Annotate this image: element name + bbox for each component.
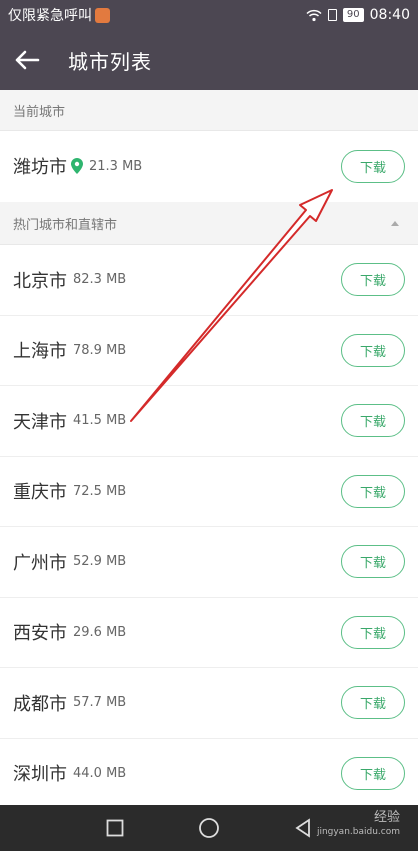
list-item: 潍坊市 21.3 MB 下载 — [0, 131, 418, 202]
download-button[interactable]: 下载 — [341, 149, 405, 183]
watermark-brand: 经验 — [373, 810, 400, 825]
recent-apps-button[interactable] — [103, 816, 127, 840]
section-label: 当前城市 — [13, 104, 66, 120]
city-name: 北京市 — [13, 270, 67, 292]
city-name: 广州市 — [13, 552, 67, 574]
list-item: 西安市 29.6 MB 下载 — [0, 598, 418, 668]
download-button[interactable]: 下载 — [341, 615, 405, 649]
list-item: 深圳市 44.0 MB 下载 — [0, 739, 418, 809]
section-header-hot[interactable]: 热门城市和直辖市 — [0, 202, 418, 245]
carrier-text: 仅限紧急呼叫 — [8, 8, 92, 24]
city-size: 78.9 MB — [73, 342, 127, 358]
watermark-url: jingyan.baidu.com — [316, 827, 400, 837]
current-city-list: 潍坊市 21.3 MB 下载 — [0, 131, 418, 202]
download-button[interactable]: 下载 — [341, 545, 405, 579]
list-item: 重庆市 72.5 MB 下载 — [0, 457, 418, 527]
download-button[interactable]: 下载 — [341, 686, 405, 720]
download-button[interactable]: 下载 — [341, 404, 405, 438]
status-right: 90 08:40 — [306, 7, 410, 23]
list-item: 成都市 57.7 MB 下载 — [0, 668, 418, 739]
square-icon — [106, 819, 124, 837]
watermark: 经验 jingyan.baidu.com — [317, 810, 400, 840]
sim-icon — [327, 9, 337, 21]
city-size: 44.0 MB — [73, 765, 127, 781]
app-notification-icon — [95, 7, 110, 23]
back-button[interactable] — [0, 30, 54, 90]
wifi-icon — [306, 9, 322, 21]
location-pin-icon — [71, 158, 83, 175]
download-button[interactable]: 下载 — [341, 263, 405, 297]
hot-city-list: 北京市 82.3 MB 下载 上海市 78.9 MB 下载 天津市 41.5 M… — [0, 245, 418, 809]
battery-indicator: 90 — [342, 8, 364, 22]
city-name: 上海市 — [13, 341, 67, 363]
list-item: 北京市 82.3 MB 下载 — [0, 245, 418, 316]
section-label: 热门城市和直辖市 — [13, 217, 118, 233]
city-size: 52.9 MB — [73, 554, 127, 570]
city-name: 潍坊市 — [13, 157, 67, 179]
triangle-back-icon — [295, 818, 310, 838]
city-size: 82.3 MB — [73, 272, 127, 288]
caret-up-icon[interactable] — [391, 220, 399, 226]
download-button[interactable]: 下载 — [341, 474, 405, 508]
city-name: 成都市 — [13, 693, 67, 715]
status-bar: 仅限紧急呼叫 90 08:40 — [0, 0, 418, 30]
city-name: 重庆市 — [13, 482, 67, 504]
download-button[interactable]: 下载 — [341, 333, 405, 367]
section-header-current: 当前城市 — [0, 90, 418, 131]
city-name: 深圳市 — [13, 764, 67, 786]
list-item: 广州市 52.9 MB 下载 — [0, 527, 418, 598]
city-size: 29.6 MB — [73, 624, 127, 640]
list-item: 天津市 41.5 MB 下载 — [0, 386, 418, 457]
download-button[interactable]: 下载 — [341, 756, 405, 790]
city-name: 天津市 — [13, 411, 67, 433]
status-left: 仅限紧急呼叫 — [8, 5, 110, 25]
city-size: 41.5 MB — [73, 413, 127, 429]
app-bar: 城市列表 — [0, 30, 418, 90]
list-item: 上海市 78.9 MB 下载 — [0, 316, 418, 386]
status-time: 08:40 — [369, 7, 410, 23]
home-button[interactable] — [197, 816, 221, 840]
city-size: 72.5 MB — [73, 483, 127, 499]
city-size: 57.7 MB — [73, 695, 127, 711]
city-name: 西安市 — [13, 623, 67, 645]
arrow-left-icon — [15, 50, 40, 70]
back-nav-button[interactable] — [291, 816, 315, 840]
city-size: 21.3 MB — [89, 158, 143, 174]
page-title: 城市列表 — [68, 49, 152, 74]
circle-icon — [199, 818, 219, 838]
